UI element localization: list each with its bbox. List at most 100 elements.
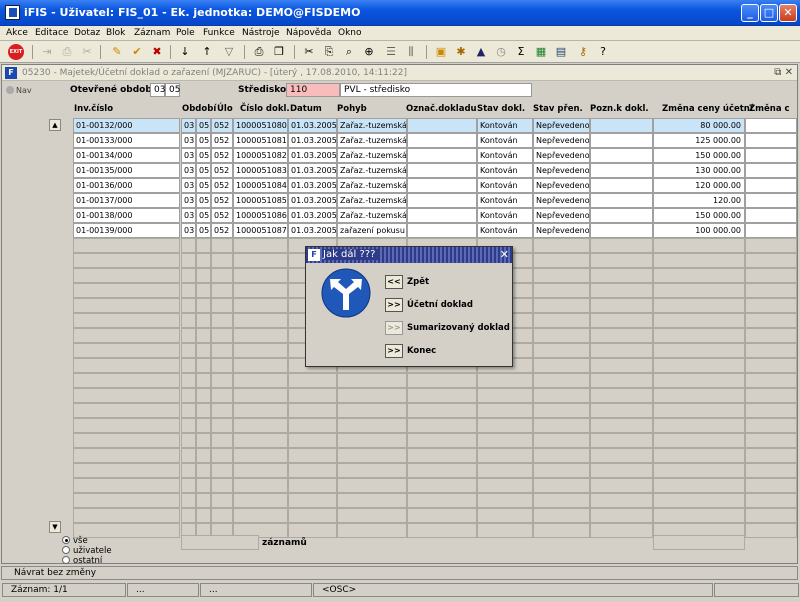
cell-zmena-ceny[interactable] (653, 358, 745, 373)
cell-zmena-ceny[interactable] (653, 493, 745, 508)
col-datum[interactable]: Datum (290, 104, 322, 114)
cell-obdobi-rok[interactable]: 03 (181, 118, 196, 133)
col-ulo[interactable]: Úlo (217, 104, 233, 114)
cell-inv-cislo[interactable]: 01-00138/000 (73, 208, 180, 223)
cell-obdobi-mesic[interactable] (196, 508, 211, 523)
tools-icon[interactable]: ✱ (454, 45, 468, 59)
cell-ulo[interactable] (211, 328, 233, 343)
cell-zmena-c[interactable] (745, 508, 797, 523)
cell-ulo[interactable] (211, 493, 233, 508)
cell-cislo-dokl[interactable]: 1000051085 (233, 193, 288, 208)
cell-stav-pren[interactable]: Nepřevedeno (533, 223, 590, 238)
cell-pozn-dokl[interactable] (590, 208, 653, 223)
cell-obdobi-rok[interactable] (181, 508, 196, 523)
cell-pozn-dokl[interactable] (590, 508, 653, 523)
cell-pohyb[interactable] (337, 373, 407, 388)
cell-stav-pren[interactable] (533, 463, 590, 478)
cell-oznac-dokladu[interactable] (407, 118, 477, 133)
cell-obdobi-mesic[interactable] (196, 448, 211, 463)
cell-stav-pren[interactable] (533, 313, 590, 328)
cell-obdobi-rok[interactable] (181, 253, 196, 268)
cell-pozn-dokl[interactable] (590, 268, 653, 283)
cell-inv-cislo[interactable] (73, 433, 180, 448)
cell-inv-cislo[interactable] (73, 238, 180, 253)
cell-zmena-c[interactable] (745, 238, 797, 253)
cell-cislo-dokl[interactable] (233, 508, 288, 523)
cell-inv-cislo[interactable] (73, 298, 180, 313)
cell-zmena-c[interactable] (745, 493, 797, 508)
cell-stav-pren[interactable]: Nepřevedeno (533, 163, 590, 178)
cell-obdobi-mesic[interactable] (196, 478, 211, 493)
cell-zmena-ceny[interactable] (653, 343, 745, 358)
cell-datum[interactable] (288, 508, 337, 523)
menu-blok[interactable]: Blok (106, 28, 125, 38)
cell-pozn-dokl[interactable] (590, 178, 653, 193)
cell-zmena-ceny[interactable]: 150 000.00 (653, 208, 745, 223)
cell-stav-pren[interactable] (533, 403, 590, 418)
paste-icon[interactable]: ⎘ (322, 45, 336, 59)
print-icon[interactable]: ⎙ (60, 45, 74, 59)
cell-pohyb[interactable]: Zařaz.-tuzemská (337, 163, 407, 178)
cell-inv-cislo[interactable] (73, 523, 180, 538)
cell-inv-cislo[interactable]: 01-00134/000 (73, 148, 180, 163)
cell-obdobi-mesic[interactable]: 05 (196, 148, 211, 163)
cell-datum[interactable] (288, 523, 337, 538)
cell-obdobi-rok[interactable] (181, 418, 196, 433)
cell-cislo-dokl[interactable] (233, 298, 288, 313)
cell-obdobi-rok[interactable] (181, 388, 196, 403)
cell-zmena-ceny[interactable] (653, 463, 745, 478)
menu-funkce[interactable]: Funkce (203, 28, 235, 38)
cell-inv-cislo[interactable] (73, 343, 180, 358)
cell-pozn-dokl[interactable] (590, 283, 653, 298)
cell-obdobi-rok[interactable] (181, 343, 196, 358)
clock-icon[interactable]: ◷ (494, 45, 508, 59)
cell-ulo[interactable]: 052 (211, 148, 233, 163)
cell-stav-dokl[interactable]: Kontován (477, 178, 533, 193)
cell-ulo[interactable] (211, 298, 233, 313)
cell-stav-dokl[interactable] (477, 478, 533, 493)
cell-stav-dokl[interactable]: Kontován (477, 148, 533, 163)
cell-obdobi-mesic[interactable]: 05 (196, 133, 211, 148)
cell-zmena-ceny[interactable] (653, 418, 745, 433)
cell-cislo-dokl[interactable] (233, 238, 288, 253)
menu-dotaz[interactable]: Dotaz (74, 28, 100, 38)
cell-cislo-dokl[interactable]: 1000051087 (233, 223, 288, 238)
cell-inv-cislo[interactable]: 01-00132/000 (73, 118, 180, 133)
cell-obdobi-rok[interactable]: 03 (181, 223, 196, 238)
cell-stav-pren[interactable]: Nepřevedeno (533, 178, 590, 193)
cell-pohyb[interactable]: Zařaz.-tuzemská (337, 193, 407, 208)
cell-zmena-ceny[interactable] (653, 253, 745, 268)
minimize-button[interactable]: _ (741, 4, 759, 22)
menu-zaznam[interactable]: Záznam (134, 28, 170, 38)
cell-ulo[interactable] (211, 238, 233, 253)
cell-oznac-dokladu[interactable] (407, 508, 477, 523)
col-pozn-dokl[interactable]: Pozn.k dokl. (590, 104, 649, 114)
cell-zmena-ceny[interactable]: 150 000.00 (653, 148, 745, 163)
printer-icon[interactable]: ⎙ (252, 45, 266, 59)
cell-pozn-dokl[interactable] (590, 388, 653, 403)
cell-stav-dokl[interactable] (477, 448, 533, 463)
cell-cislo-dokl[interactable] (233, 358, 288, 373)
cell-ulo[interactable] (211, 268, 233, 283)
cell-pozn-dokl[interactable] (590, 358, 653, 373)
accounting-doc-button[interactable]: >> (385, 298, 403, 312)
cell-stav-pren[interactable]: Nepřevedeno (533, 208, 590, 223)
cut-icon[interactable]: ✂ (80, 45, 94, 59)
cell-pohyb[interactable] (337, 448, 407, 463)
cell-zmena-ceny[interactable]: 130 000.00 (653, 163, 745, 178)
cell-zmena-c[interactable] (745, 253, 797, 268)
cell-ulo[interactable]: 052 (211, 223, 233, 238)
cell-obdobi-mesic[interactable] (196, 373, 211, 388)
cell-ulo[interactable] (211, 433, 233, 448)
cell-pozn-dokl[interactable] (590, 253, 653, 268)
cell-obdobi-mesic[interactable]: 05 (196, 208, 211, 223)
back-button[interactable]: << (385, 275, 403, 289)
exit-icon[interactable]: EXIT (8, 44, 24, 60)
cell-cislo-dokl[interactable] (233, 373, 288, 388)
cell-datum[interactable]: 01.03.2005 (288, 148, 337, 163)
cell-pohyb[interactable]: Zařaz.-tuzemská (337, 133, 407, 148)
cell-obdobi-rok[interactable]: 03 (181, 148, 196, 163)
cell-zmena-ceny[interactable] (653, 283, 745, 298)
cell-obdobi-mesic[interactable] (196, 343, 211, 358)
cell-obdobi-mesic[interactable] (196, 493, 211, 508)
